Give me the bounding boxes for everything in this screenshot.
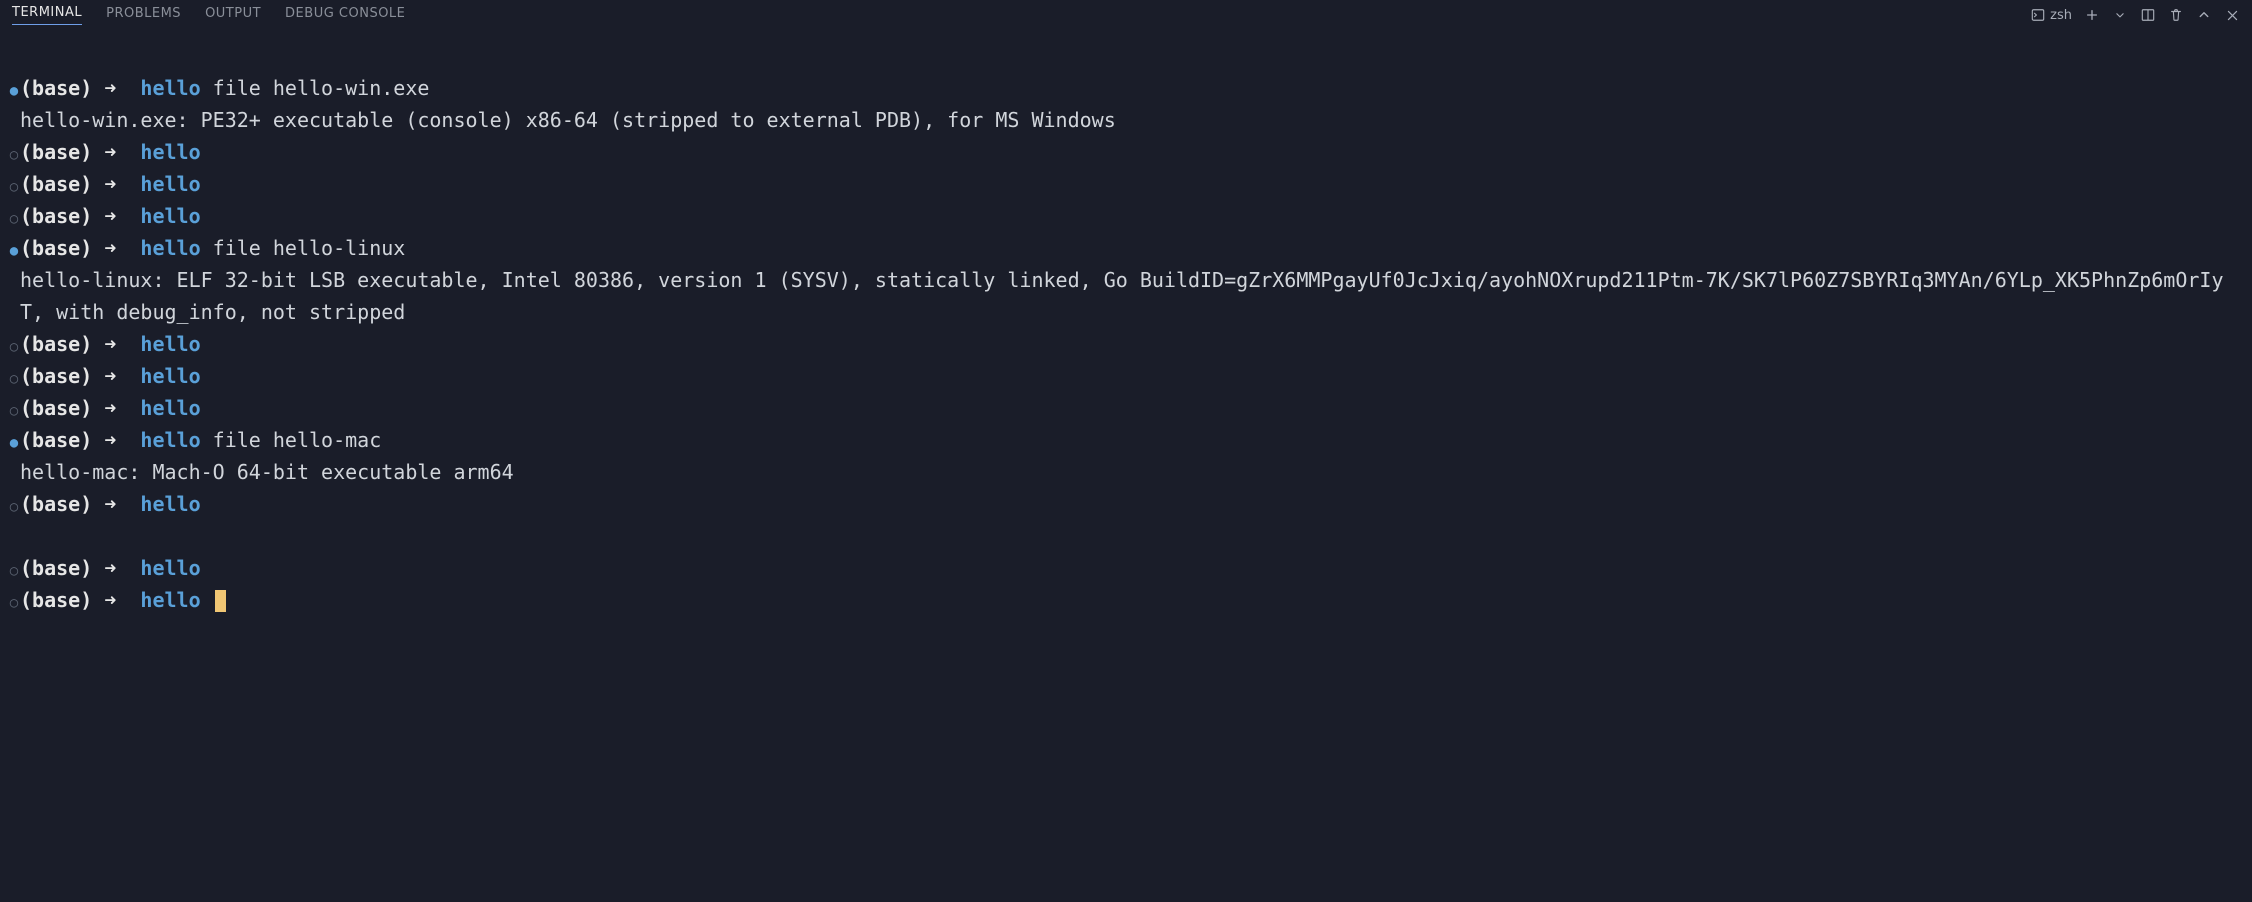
prompt-body: (base) ➜ hello bbox=[20, 136, 2240, 168]
prompt-body: (base) ➜ hello bbox=[20, 200, 2240, 232]
prompt-dir: hello bbox=[140, 204, 200, 228]
prompt-dir: hello bbox=[140, 140, 200, 164]
trash-icon[interactable] bbox=[2168, 7, 2184, 23]
prompt-env: (base) bbox=[20, 172, 104, 196]
command-text: file hello-linux bbox=[201, 236, 406, 260]
split-terminal-icon[interactable] bbox=[2140, 7, 2156, 23]
bullet-hollow-icon: ○ bbox=[8, 144, 20, 166]
bullet-hollow-icon: ○ bbox=[8, 368, 20, 390]
prompt-dir: hello bbox=[140, 556, 200, 580]
terminal-icon bbox=[2030, 7, 2046, 23]
tab-output[interactable]: OUTPUT bbox=[205, 6, 261, 25]
prompt-dir: hello bbox=[140, 332, 200, 356]
prompt-env: (base) bbox=[20, 364, 104, 388]
chevron-down-icon[interactable] bbox=[2112, 7, 2128, 23]
prompt-body: (base) ➜ hello bbox=[20, 552, 2240, 584]
command-text: file hello-mac bbox=[201, 428, 382, 452]
prompt-arrow-icon: ➜ bbox=[104, 332, 140, 356]
prompt-dir: hello bbox=[140, 396, 200, 420]
prompt-line: ○(base) ➜ hello bbox=[8, 552, 2240, 584]
prompt-body: (base) ➜ hello bbox=[20, 168, 2240, 200]
prompt-line: ○(base) ➜ hello bbox=[8, 328, 2240, 360]
prompt-line: ○(base) ➜ hello bbox=[8, 584, 2240, 616]
terminal-toolbar: zsh bbox=[2030, 7, 2240, 23]
prompt-arrow-icon: ➜ bbox=[104, 204, 140, 228]
prompt-line: ○(base) ➜ hello bbox=[8, 392, 2240, 424]
prompt-line: ○(base) ➜ hello bbox=[8, 136, 2240, 168]
prompt-body: (base) ➜ hello bbox=[20, 328, 2240, 360]
prompt-body: (base) ➜ hello bbox=[20, 488, 2240, 520]
prompt-body: (base) ➜ hello file hello-mac bbox=[20, 424, 2240, 456]
output-line: hello-linux: ELF 32-bit LSB executable, … bbox=[8, 264, 2240, 328]
prompt-dir: hello bbox=[140, 172, 200, 196]
prompt-line: ○(base) ➜ hello bbox=[8, 168, 2240, 200]
prompt-arrow-icon: ➜ bbox=[104, 428, 140, 452]
prompt-arrow-icon: ➜ bbox=[104, 492, 140, 516]
prompt-arrow-icon: ➜ bbox=[104, 140, 140, 164]
bullet-hollow-icon: ○ bbox=[8, 336, 20, 358]
prompt-env: (base) bbox=[20, 556, 104, 580]
command-text: file hello-win.exe bbox=[201, 76, 430, 100]
terminal-output-area[interactable]: ●(base) ➜ hello file hello-win.exehello-… bbox=[0, 30, 2252, 626]
shell-label: zsh bbox=[2050, 8, 2072, 23]
close-panel-icon[interactable] bbox=[2224, 7, 2240, 23]
prompt-env: (base) bbox=[20, 76, 104, 100]
prompt-body: (base) ➜ hello bbox=[20, 360, 2240, 392]
prompt-line: ●(base) ➜ hello file hello-mac bbox=[8, 424, 2240, 456]
bullet-hollow-icon: ○ bbox=[8, 496, 20, 518]
prompt-line: ○(base) ➜ hello bbox=[8, 200, 2240, 232]
prompt-dir: hello bbox=[140, 492, 200, 516]
prompt-env: (base) bbox=[20, 140, 104, 164]
prompt-body: (base) ➜ hello file hello-win.exe bbox=[20, 72, 2240, 104]
prompt-env: (base) bbox=[20, 588, 104, 612]
prompt-dir: hello bbox=[140, 588, 200, 612]
bullet-hollow-icon: ○ bbox=[8, 176, 20, 198]
tab-debug-console[interactable]: DEBUG CONSOLE bbox=[285, 6, 405, 25]
prompt-dir: hello bbox=[140, 364, 200, 388]
maximize-panel-icon[interactable] bbox=[2196, 7, 2212, 23]
prompt-env: (base) bbox=[20, 236, 104, 260]
tab-problems[interactable]: PROBLEMS bbox=[106, 6, 181, 25]
bullet-filled-icon: ● bbox=[8, 80, 20, 102]
prompt-arrow-icon: ➜ bbox=[104, 76, 140, 100]
bullet-hollow-icon: ○ bbox=[8, 560, 20, 582]
prompt-dir: hello bbox=[140, 428, 200, 452]
prompt-line: ○(base) ➜ hello bbox=[8, 488, 2240, 520]
bullet-hollow-icon: ○ bbox=[8, 208, 20, 230]
panel-tabs: TERMINAL PROBLEMS OUTPUT DEBUG CONSOLE bbox=[12, 0, 405, 30]
prompt-body: (base) ➜ hello bbox=[20, 392, 2240, 424]
panel-header: TERMINAL PROBLEMS OUTPUT DEBUG CONSOLE z… bbox=[0, 0, 2252, 30]
prompt-body: (base) ➜ hello bbox=[20, 584, 2240, 616]
prompt-arrow-icon: ➜ bbox=[104, 172, 140, 196]
prompt-env: (base) bbox=[20, 332, 104, 356]
prompt-arrow-icon: ➜ bbox=[104, 396, 140, 420]
prompt-env: (base) bbox=[20, 428, 104, 452]
tab-terminal[interactable]: TERMINAL bbox=[12, 5, 82, 25]
prompt-line: ○(base) ➜ hello bbox=[8, 360, 2240, 392]
shell-selector[interactable]: zsh bbox=[2030, 7, 2072, 23]
new-terminal-icon[interactable] bbox=[2084, 7, 2100, 23]
bullet-filled-icon: ● bbox=[8, 240, 20, 262]
blank-line bbox=[8, 520, 2240, 552]
prompt-line: ●(base) ➜ hello file hello-win.exe bbox=[8, 72, 2240, 104]
prompt-arrow-icon: ➜ bbox=[104, 236, 140, 260]
output-line: hello-mac: Mach-O 64-bit executable arm6… bbox=[8, 456, 2240, 488]
prompt-arrow-icon: ➜ bbox=[104, 556, 140, 580]
prompt-dir: hello bbox=[140, 236, 200, 260]
bullet-filled-icon: ● bbox=[8, 432, 20, 454]
output-line: hello-win.exe: PE32+ executable (console… bbox=[8, 104, 2240, 136]
bullet-hollow-icon: ○ bbox=[8, 592, 20, 614]
prompt-line: ●(base) ➜ hello file hello-linux bbox=[8, 232, 2240, 264]
prompt-env: (base) bbox=[20, 492, 104, 516]
prompt-arrow-icon: ➜ bbox=[104, 588, 140, 612]
bullet-hollow-icon: ○ bbox=[8, 400, 20, 422]
prompt-arrow-icon: ➜ bbox=[104, 364, 140, 388]
prompt-body: (base) ➜ hello file hello-linux bbox=[20, 232, 2240, 264]
prompt-dir: hello bbox=[140, 76, 200, 100]
prompt-env: (base) bbox=[20, 204, 104, 228]
cursor bbox=[215, 590, 226, 612]
prompt-env: (base) bbox=[20, 396, 104, 420]
